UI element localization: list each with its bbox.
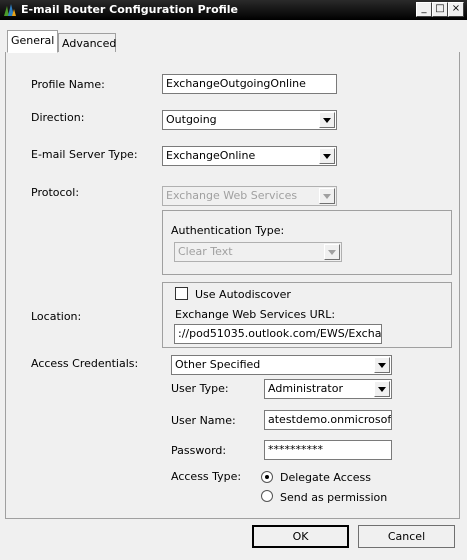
- app-icon: [4, 4, 16, 16]
- tab-general-label: General: [11, 34, 55, 47]
- password-input[interactable]: **********: [264, 440, 392, 460]
- user-name-value: atestdemo.onmicrosoft.com: [268, 413, 392, 426]
- cancel-button-label: Cancel: [387, 530, 426, 543]
- protocol-dropdown-button[interactable]: [319, 188, 335, 204]
- profile-name-value: ExchangeOutgoingOnline: [166, 77, 306, 90]
- ok-button-label: OK: [292, 530, 309, 543]
- dialog-window: E-mail Router Configuration Profile _ □ …: [0, 0, 467, 560]
- close-button[interactable]: ×: [448, 2, 464, 17]
- chevron-down-icon: [328, 250, 336, 255]
- close-icon: ×: [451, 3, 461, 14]
- authentication-type-value: Clear Text: [178, 245, 233, 258]
- minimize-icon: _: [421, 3, 427, 14]
- profile-name-input[interactable]: ExchangeOutgoingOnline: [162, 74, 337, 94]
- user-type-select[interactable]: Administrator: [264, 379, 392, 399]
- direction-select[interactable]: Outgoing: [162, 110, 337, 130]
- use-autodiscover-checkbox[interactable]: [175, 287, 188, 300]
- use-autodiscover-label: Use Autodiscover: [195, 288, 291, 301]
- direction-dropdown-button[interactable]: [319, 112, 335, 128]
- tab-general[interactable]: General: [7, 30, 58, 53]
- ews-url-value: ://pod51035.outlook.com/EWS/Exchange: [178, 327, 382, 340]
- user-type-label: User Type:: [171, 382, 229, 395]
- password-label: Password:: [171, 444, 227, 457]
- direction-label: Direction:: [31, 111, 85, 124]
- ok-button[interactable]: OK: [252, 525, 349, 548]
- user-name-label: User Name:: [171, 414, 236, 427]
- window-title: E-mail Router Configuration Profile: [21, 3, 239, 16]
- user-type-dropdown-button[interactable]: [374, 381, 390, 397]
- protocol-label: Protocol:: [31, 186, 80, 199]
- direction-value: Outgoing: [166, 113, 217, 126]
- protocol-value: Exchange Web Services: [166, 189, 298, 202]
- chevron-down-icon: [323, 118, 331, 123]
- access-credentials-dropdown-button[interactable]: [374, 357, 390, 373]
- email-server-type-dropdown-button[interactable]: [319, 148, 335, 164]
- tab-advanced-label: Advanced: [62, 37, 117, 50]
- chevron-down-icon: [323, 194, 331, 199]
- email-server-type-label: E-mail Server Type:: [31, 148, 138, 161]
- authentication-type-label: Authentication Type:: [171, 224, 285, 237]
- password-value: **********: [268, 443, 323, 456]
- access-credentials-select[interactable]: Other Specified: [171, 355, 392, 375]
- email-server-type-value: ExchangeOnline: [166, 149, 256, 162]
- cancel-button[interactable]: Cancel: [358, 525, 455, 548]
- access-credentials-value: Other Specified: [175, 358, 261, 371]
- minimize-button[interactable]: _: [416, 2, 432, 17]
- chevron-down-icon: [378, 363, 386, 368]
- access-credentials-label: Access Credentials:: [31, 357, 139, 370]
- user-name-input[interactable]: atestdemo.onmicrosoft.com: [264, 410, 392, 430]
- title-bar[interactable]: E-mail Router Configuration Profile _ □ …: [0, 0, 467, 20]
- chevron-down-icon: [378, 387, 386, 392]
- authentication-type-dropdown-button[interactable]: [324, 244, 340, 260]
- send-as-permission-radio[interactable]: [261, 490, 273, 502]
- delegate-access-radio[interactable]: [261, 471, 273, 483]
- tab-advanced[interactable]: Advanced: [58, 33, 116, 52]
- location-label: Location:: [31, 310, 82, 323]
- authentication-type-select[interactable]: Clear Text: [174, 242, 342, 262]
- protocol-select[interactable]: Exchange Web Services: [162, 186, 337, 206]
- maximize-icon: □: [435, 3, 445, 14]
- ews-url-input[interactable]: ://pod51035.outlook.com/EWS/Exchange: [174, 324, 382, 344]
- chevron-down-icon: [323, 154, 331, 159]
- access-type-label: Access Type:: [171, 470, 242, 483]
- delegate-access-label: Delegate Access: [280, 471, 372, 484]
- send-as-permission-label: Send as permission: [280, 491, 388, 504]
- email-server-type-select[interactable]: ExchangeOnline: [162, 146, 337, 166]
- maximize-button[interactable]: □: [432, 2, 448, 17]
- ews-url-label: Exchange Web Services URL:: [175, 308, 336, 321]
- profile-name-label: Profile Name:: [31, 78, 105, 91]
- user-type-value: Administrator: [268, 382, 343, 395]
